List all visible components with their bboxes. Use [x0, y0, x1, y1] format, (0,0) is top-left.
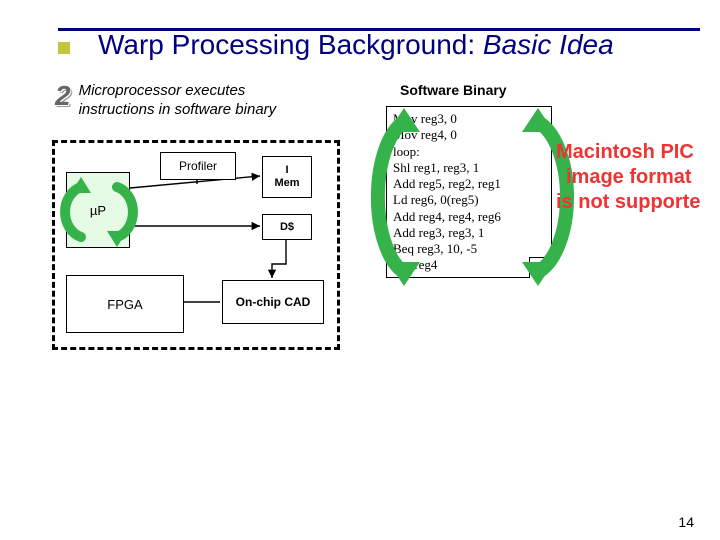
code-swirl-left-icon [360, 106, 430, 286]
fpga-box: FPGA [66, 275, 184, 333]
imem-box: I Mem [262, 156, 312, 198]
onchip-cad-box: On-chip CAD [222, 280, 324, 324]
title-italic: Basic Idea [483, 29, 614, 60]
title-plain: Warp Processing Background: [98, 29, 475, 60]
fpga-label: FPGA [107, 297, 142, 312]
title-bar: Warp Processing Background: Basic Idea [58, 28, 700, 61]
step-number: 2 [55, 82, 71, 110]
software-binary-title: Software Binary [400, 82, 507, 98]
error-line3: is not supporte [556, 190, 700, 215]
onchip-cad-label: On-chip CAD [236, 295, 311, 309]
step-row: 2 Microprocessor executes instructions i… [55, 82, 309, 120]
error-text: Macintosh PIC image format is not suppor… [556, 140, 700, 215]
chip-diagram: µP Profiler I Mem D$ FPGA On-chip CAD [52, 140, 340, 350]
profiler-box: Profiler [160, 152, 236, 180]
slide-title: Warp Processing Background: Basic Idea [98, 29, 700, 61]
page-number: 14 [678, 514, 694, 530]
title-bullet [58, 42, 70, 54]
imem-line1: I [285, 164, 288, 177]
imem-line2: Mem [274, 177, 299, 190]
dcache-box: D$ [262, 214, 312, 240]
microprocessor-box: µP [66, 172, 130, 248]
dcache-label: D$ [280, 221, 294, 233]
error-line2: image format [566, 165, 700, 190]
error-line1: Macintosh PIC [556, 141, 694, 163]
microprocessor-label: µP [90, 203, 106, 218]
step-description: Microprocessor executes instructions in … [79, 82, 309, 120]
profiler-label: Profiler [179, 159, 217, 173]
